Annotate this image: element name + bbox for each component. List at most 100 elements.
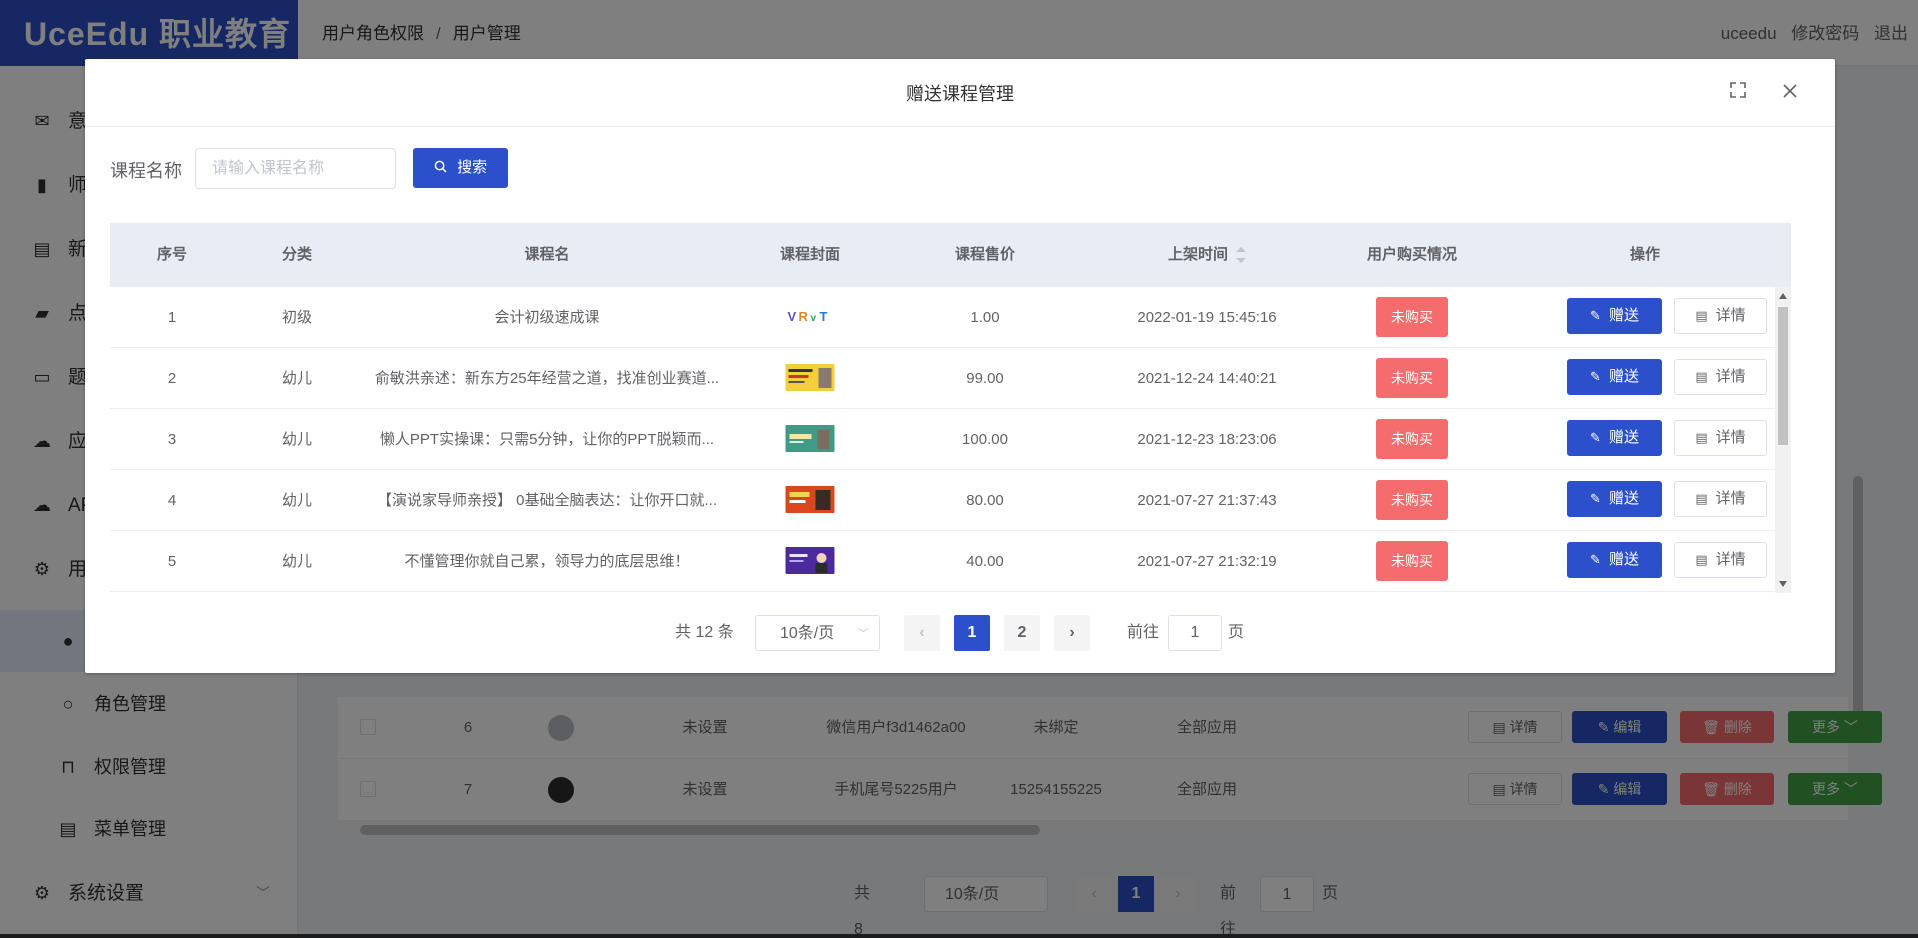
cell-category: 幼儿 bbox=[281, 431, 313, 448]
dialog-header: 赠送课程管理 bbox=[85, 59, 1835, 127]
gift-button[interactable]: ✎ 赠送 bbox=[1567, 542, 1662, 578]
search-icon bbox=[434, 159, 451, 176]
gift-button[interactable]: ✎ 赠送 bbox=[1567, 298, 1662, 334]
column-header-price: 课程售价 bbox=[954, 246, 1016, 263]
svg-text:v: v bbox=[811, 313, 817, 324]
cell-category: 初级 bbox=[281, 309, 313, 326]
document-icon: ▤ bbox=[1695, 430, 1708, 445]
cell-publish-time: 2021-12-23 18:23:06 bbox=[1137, 431, 1277, 448]
purchase-status-badge: 未购买 bbox=[1376, 419, 1448, 459]
close-icon[interactable] bbox=[1778, 81, 1802, 105]
search-button-label: 搜索 bbox=[457, 159, 488, 176]
scroll-up-arrow-icon[interactable] bbox=[1779, 293, 1787, 299]
course-name-label: 课程名称 bbox=[110, 161, 182, 181]
purchase-status-badge: 未购买 bbox=[1376, 297, 1448, 337]
svg-text:T: T bbox=[820, 309, 828, 324]
scroll-down-arrow-icon[interactable] bbox=[1779, 581, 1787, 587]
column-header-course-name: 课程名 bbox=[524, 246, 570, 263]
edit-icon: ✎ bbox=[1590, 430, 1601, 445]
cell-course-name: 懒人PPT实操课：只需5分钟，让你的PPT脱颖而... bbox=[379, 431, 715, 448]
table-scrollbar[interactable] bbox=[1775, 287, 1791, 593]
page-number-button[interactable]: 1 bbox=[954, 615, 990, 651]
document-icon: ▤ bbox=[1695, 552, 1708, 567]
purchase-status-badge: 未购买 bbox=[1376, 358, 1448, 398]
fullscreen-icon[interactable] bbox=[1726, 81, 1750, 105]
column-header-purchase-status: 用户购买情况 bbox=[1366, 246, 1458, 263]
course-table: 序号 分类 课程名 课程封面 课程售价 上架时间 用户购买情况 操作 1 初级 … bbox=[110, 223, 1791, 593]
document-icon: ▤ bbox=[1695, 369, 1708, 384]
goto-page-input[interactable] bbox=[1168, 615, 1222, 651]
edit-icon: ✎ bbox=[1590, 491, 1601, 506]
detail-button[interactable]: ▤ 详情 bbox=[1674, 481, 1767, 517]
sort-icon[interactable] bbox=[1236, 246, 1247, 264]
edit-icon: ✎ bbox=[1590, 308, 1601, 323]
course-name-search-input[interactable] bbox=[195, 148, 396, 189]
table-header: 序号 分类 课程名 课程封面 课程售价 上架时间 用户购买情况 操作 bbox=[110, 223, 1791, 287]
cell-index: 2 bbox=[167, 370, 177, 387]
next-page-button[interactable]: › bbox=[1054, 615, 1090, 651]
detail-button[interactable]: ▤ 详情 bbox=[1674, 298, 1767, 334]
pagination-total: 共 12 条 bbox=[675, 624, 734, 641]
cell-course-name: 【演说家导师亲授】 0基础全脑表达：让你开口就... bbox=[376, 492, 718, 509]
course-cover-image bbox=[785, 425, 835, 452]
gift-button[interactable]: ✎ 赠送 bbox=[1567, 420, 1662, 456]
table-row: 1 初级 会计初级速成课 VRvT 1.00 2022-01-19 15:45:… bbox=[110, 287, 1775, 348]
cell-index: 5 bbox=[167, 553, 177, 570]
pagination: 共 12 条 10条/页﹀ ‹ 1 2 › 前往 页 bbox=[85, 615, 1835, 651]
prev-page-button[interactable]: ‹ bbox=[904, 615, 940, 651]
cell-category: 幼儿 bbox=[281, 370, 313, 387]
cell-course-name: 会计初级速成课 bbox=[494, 309, 600, 326]
cell-publish-time: 2021-07-27 21:37:43 bbox=[1137, 492, 1277, 509]
table-row: 5 幼儿 不懂管理你就自己累，领导力的底层思维！ 40.00 2021-07-2… bbox=[110, 531, 1775, 592]
cell-price: 40.00 bbox=[966, 553, 1004, 570]
cell-price: 100.00 bbox=[962, 431, 1008, 448]
purchase-status-badge: 未购买 bbox=[1376, 480, 1448, 520]
page-number-button[interactable]: 2 bbox=[1004, 615, 1040, 651]
page-size-select[interactable]: 10条/页 ﹀ bbox=[755, 615, 880, 651]
gift-button[interactable]: ✎ 赠送 bbox=[1567, 359, 1662, 395]
gift-button[interactable]: ✎ 赠送 bbox=[1567, 481, 1662, 517]
document-icon: ▤ bbox=[1695, 491, 1708, 506]
cell-course-name: 不懂管理你就自己累，领导力的底层思维！ bbox=[404, 553, 690, 570]
edit-icon: ✎ bbox=[1590, 552, 1601, 567]
course-cover-image: VRvT bbox=[785, 303, 835, 330]
scrollbar-thumb[interactable] bbox=[1778, 307, 1788, 445]
cell-index: 4 bbox=[167, 492, 177, 509]
svg-text:R: R bbox=[799, 309, 809, 324]
window-bottom-edge bbox=[0, 934, 1918, 938]
edit-icon: ✎ bbox=[1590, 369, 1601, 384]
dialog-title: 赠送课程管理 bbox=[906, 84, 1014, 104]
document-icon: ▤ bbox=[1695, 308, 1708, 323]
table-row: 3 幼儿 懒人PPT实操课：只需5分钟，让你的PPT脱颖而... 100.00 … bbox=[110, 409, 1775, 470]
detail-button[interactable]: ▤ 详情 bbox=[1674, 420, 1767, 456]
cell-publish-time: 2021-07-27 21:32:19 bbox=[1137, 553, 1277, 570]
search-button[interactable]: 搜索 bbox=[413, 148, 508, 188]
course-cover-image bbox=[785, 364, 835, 391]
table-body: 1 初级 会计初级速成课 VRvT 1.00 2022-01-19 15:45:… bbox=[110, 287, 1791, 593]
cell-price: 80.00 bbox=[966, 492, 1004, 509]
column-header-actions: 操作 bbox=[1629, 246, 1661, 263]
cell-price: 1.00 bbox=[970, 309, 1000, 326]
table-row: 2 幼儿 俞敏洪亲述：新东方25年经营之道，找准创业赛道... 99.00 20… bbox=[110, 348, 1775, 409]
cell-price: 99.00 bbox=[966, 370, 1004, 387]
course-cover-image bbox=[785, 547, 835, 574]
goto-label: 前往 bbox=[1127, 624, 1160, 641]
cell-index: 3 bbox=[167, 431, 177, 448]
cell-index: 1 bbox=[167, 309, 177, 326]
cell-course-name: 俞敏洪亲述：新东方25年经营之道，找准创业赛道... bbox=[374, 370, 720, 387]
table-row: 4 幼儿 【演说家导师亲授】 0基础全脑表达：让你开口就... 80.00 20… bbox=[110, 470, 1775, 531]
column-header-publish-time[interactable]: 上架时间 bbox=[1168, 223, 1247, 287]
detail-button[interactable]: ▤ 详情 bbox=[1674, 542, 1767, 578]
page-unit-label: 页 bbox=[1228, 624, 1245, 641]
svg-text:V: V bbox=[788, 309, 797, 324]
column-header-cover: 课程封面 bbox=[779, 246, 841, 263]
course-cover-image bbox=[785, 486, 835, 513]
gift-course-dialog: 赠送课程管理 课程名称 搜索 序号 分类 课程名 课程封面 课程售价 上架时间 … bbox=[85, 59, 1835, 673]
chevron-down-icon: ﹀ bbox=[858, 628, 869, 640]
detail-button[interactable]: ▤ 详情 bbox=[1674, 359, 1767, 395]
column-header-category: 分类 bbox=[281, 246, 313, 263]
column-header-index: 序号 bbox=[156, 246, 188, 263]
purchase-status-badge: 未购买 bbox=[1376, 541, 1448, 581]
cell-category: 幼儿 bbox=[281, 492, 313, 509]
cell-publish-time: 2021-12-24 14:40:21 bbox=[1137, 370, 1277, 387]
